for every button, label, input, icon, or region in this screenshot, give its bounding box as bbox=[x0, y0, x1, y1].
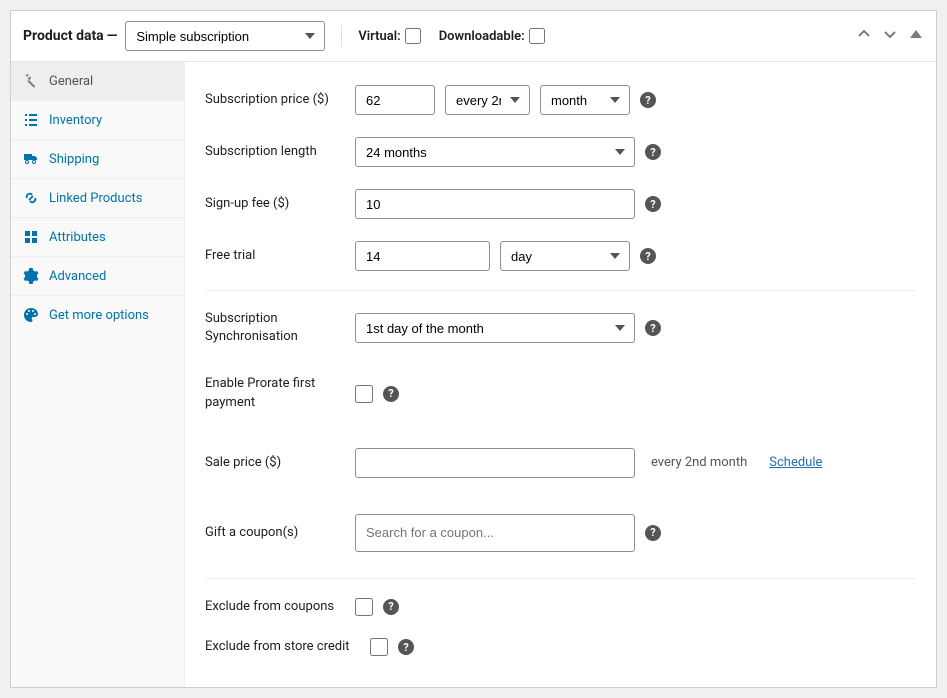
help-icon[interactable]: ? bbox=[645, 144, 661, 160]
sale-price-after: every 2nd month bbox=[651, 455, 747, 470]
sidebar-label: Inventory bbox=[49, 113, 102, 128]
subscription-price-label: Subscription price ($) bbox=[205, 91, 355, 109]
help-icon[interactable]: ? bbox=[640, 248, 656, 264]
free-trial-label: Free trial bbox=[205, 247, 355, 265]
gift-coupon-input[interactable] bbox=[355, 514, 635, 552]
gift-coupon-label: Gift a coupon(s) bbox=[205, 524, 355, 542]
sale-price-input[interactable] bbox=[355, 448, 635, 478]
exclude-store-credit-label: Exclude from store credit bbox=[205, 638, 370, 656]
sidebar: General Inventory Shipping Linked Produc… bbox=[11, 62, 185, 687]
free-trial-input[interactable] bbox=[355, 241, 490, 271]
downloadable-checkbox[interactable] bbox=[529, 28, 545, 44]
subscription-length-select[interactable]: 24 months bbox=[355, 137, 635, 167]
subscription-length-label: Subscription length bbox=[205, 143, 355, 161]
triangle-up-icon[interactable] bbox=[908, 26, 924, 46]
content-area: Subscription price ($) every 2nd month ?… bbox=[185, 62, 936, 687]
free-trial-period-select[interactable]: day bbox=[500, 241, 630, 271]
help-icon[interactable]: ? bbox=[645, 320, 661, 336]
product-data-panel: Product data — Simple subscription Virtu… bbox=[10, 10, 937, 688]
sale-price-label: Sale price ($) bbox=[205, 454, 355, 472]
subscription-price-input[interactable] bbox=[355, 85, 435, 115]
sidebar-item-inventory[interactable]: Inventory bbox=[11, 101, 184, 140]
help-icon[interactable]: ? bbox=[640, 92, 656, 108]
sidebar-label: Shipping bbox=[49, 152, 99, 167]
sidebar-item-general[interactable]: General bbox=[11, 62, 184, 101]
divider bbox=[341, 25, 342, 47]
divider bbox=[205, 578, 916, 579]
downloadable-label: Downloadable: bbox=[439, 29, 525, 44]
panel-title: Product data bbox=[23, 28, 104, 44]
subscription-interval-select[interactable]: every 2nd bbox=[445, 85, 530, 115]
help-icon[interactable]: ? bbox=[383, 386, 399, 402]
sidebar-label: Linked Products bbox=[49, 191, 142, 206]
panel-header: Product data — Simple subscription Virtu… bbox=[11, 11, 936, 62]
gear-icon bbox=[23, 268, 39, 284]
grid-icon bbox=[23, 229, 39, 245]
exclude-coupons-label: Exclude from coupons bbox=[205, 598, 355, 616]
help-icon[interactable]: ? bbox=[383, 599, 399, 615]
sidebar-item-attributes[interactable]: Attributes bbox=[11, 218, 184, 257]
virtual-label: Virtual: bbox=[358, 29, 400, 44]
sync-select[interactable]: 1st day of the month bbox=[355, 313, 635, 343]
exclude-store-credit-checkbox[interactable] bbox=[370, 638, 388, 656]
prorate-label: Enable Prorate first payment bbox=[205, 375, 355, 411]
sidebar-item-advanced[interactable]: Advanced bbox=[11, 257, 184, 296]
sidebar-label: Attributes bbox=[49, 230, 106, 245]
subscription-period-select[interactable]: month bbox=[540, 85, 630, 115]
panel-dash: — bbox=[107, 28, 118, 44]
link-icon bbox=[23, 190, 39, 206]
truck-icon bbox=[23, 151, 39, 167]
exclude-coupons-checkbox[interactable] bbox=[355, 598, 373, 616]
chevron-up-icon[interactable] bbox=[856, 26, 872, 46]
sidebar-item-linked[interactable]: Linked Products bbox=[11, 179, 184, 218]
wrench-icon bbox=[23, 73, 39, 89]
chevron-down-icon[interactable] bbox=[882, 26, 898, 46]
help-icon[interactable]: ? bbox=[645, 525, 661, 541]
sidebar-item-shipping[interactable]: Shipping bbox=[11, 140, 184, 179]
sync-label: Subscription Synchronisation bbox=[205, 310, 355, 346]
sidebar-label: Get more options bbox=[49, 308, 149, 323]
virtual-checkbox[interactable] bbox=[405, 28, 421, 44]
help-icon[interactable]: ? bbox=[645, 196, 661, 212]
product-type-select[interactable]: Simple subscription bbox=[125, 21, 325, 51]
divider bbox=[205, 290, 916, 291]
list-icon bbox=[23, 112, 39, 128]
sidebar-label: Advanced bbox=[49, 269, 106, 284]
sidebar-item-more[interactable]: Get more options bbox=[11, 296, 184, 334]
signup-fee-input[interactable] bbox=[355, 189, 635, 219]
signup-fee-label: Sign-up fee ($) bbox=[205, 195, 355, 213]
palette-icon bbox=[23, 307, 39, 323]
schedule-link[interactable]: Schedule bbox=[769, 455, 822, 470]
sidebar-label: General bbox=[49, 74, 93, 89]
prorate-checkbox[interactable] bbox=[355, 385, 373, 403]
